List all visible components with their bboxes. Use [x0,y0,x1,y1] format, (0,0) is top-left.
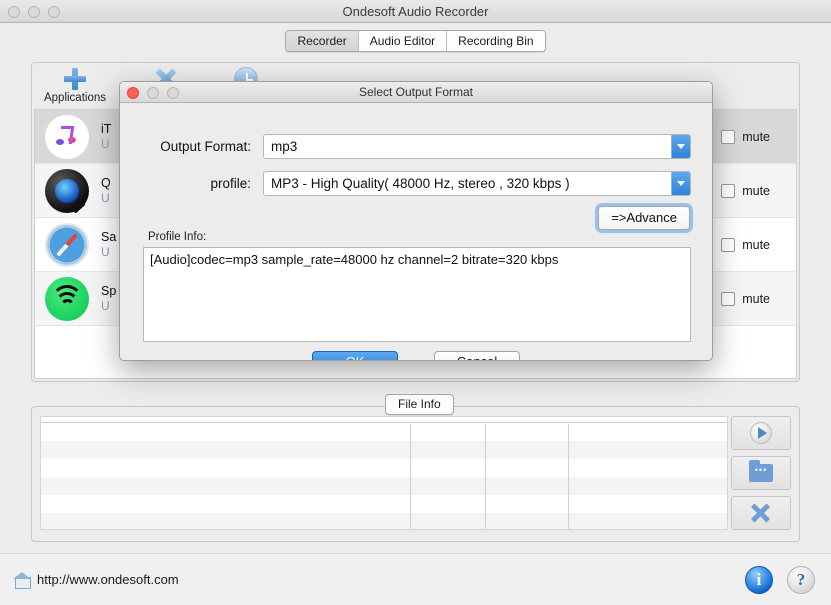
profile-value: MP3 - High Quality( 48000 Hz, stereo , 3… [271,176,570,191]
table-row[interactable] [41,477,727,495]
website-link[interactable]: http://www.ondesoft.com [13,572,179,589]
file-info-table[interactable] [40,416,728,530]
table-row[interactable] [41,423,727,441]
open-folder-button[interactable] [731,456,791,490]
select-output-format-dialog: Select Output Format Output Format: mp3 … [119,81,713,361]
table-row[interactable] [41,441,727,459]
add-applications-label: Applications [43,92,106,104]
window-title: Ondesoft Audio Recorder [342,3,489,19]
x-icon [750,502,772,524]
window-traffic-lights [8,0,60,23]
file-info-group: File Info [31,394,800,542]
dialog-minimize-button[interactable] [147,86,159,99]
profile-info-label: Profile Info: [148,231,207,243]
plus-icon [32,67,118,91]
play-button[interactable] [731,416,791,450]
mute-checkbox[interactable] [721,237,736,252]
output-format-row: Output Format: mp3 [143,134,691,159]
dialog-close-button[interactable] [127,86,139,99]
dialog-title: Select Output Format [358,85,474,99]
dialog-zoom-button[interactable] [167,86,179,99]
profile-select[interactable]: MP3 - High Quality( 48000 Hz, stereo , 3… [263,171,691,196]
itunes-icon [45,115,89,159]
file-info-actions [731,416,791,536]
help-button[interactable]: ? [787,565,815,594]
quicktime-icon [45,168,89,213]
mute-control[interactable]: mute [721,291,786,306]
mute-label: mute [742,291,770,306]
table-body [41,423,727,529]
mute-control[interactable]: mute [721,129,786,144]
output-format-label: Output Format: [160,139,251,154]
chevron-down-icon[interactable] [671,135,690,158]
add-applications-button[interactable]: Applications [32,67,118,104]
tab-audio-editor[interactable]: Audio Editor [358,31,448,51]
table-row[interactable] [41,513,727,529]
profile-info-textarea[interactable]: [Audio]codec=mp3 sample_rate=48000 hz ch… [143,247,691,342]
mute-checkbox[interactable] [721,129,736,144]
dialog-buttons: OK Cancel [120,351,712,360]
mute-label: mute [742,183,770,198]
dialog-body: Output Format: mp3 profile: MP3 - High Q… [120,103,712,360]
output-format-value: mp3 [271,139,298,154]
tab-recorder[interactable]: Recorder [286,31,359,51]
mute-label: mute [742,129,770,144]
file-info-legend[interactable]: File Info [385,394,454,415]
dialog-titlebar: Select Output Format [120,82,712,103]
tab-recording-bin[interactable]: Recording Bin [447,31,545,51]
mute-checkbox[interactable] [721,291,736,306]
output-format-select[interactable]: mp3 [263,134,691,159]
ok-button[interactable]: OK [312,351,398,360]
status-bar: http://www.ondesoft.com i ? [0,553,831,605]
mute-control[interactable]: mute [721,183,786,198]
mute-checkbox[interactable] [721,183,736,198]
chevron-down-icon[interactable] [671,172,690,195]
play-icon [750,422,772,444]
spotify-icon [45,276,89,321]
window-titlebar: Ondesoft Audio Recorder [0,0,831,23]
profile-label: profile: [210,176,251,191]
mute-control[interactable]: mute [721,237,786,252]
folder-icon [749,460,773,482]
tab-bar: Recorder Audio Editor Recording Bin [0,30,831,60]
cancel-button[interactable]: Cancel [434,351,520,360]
home-icon [13,572,31,589]
table-row[interactable] [41,459,727,477]
dialog-traffic-lights [127,82,179,103]
mute-label: mute [742,237,770,252]
website-url: http://www.ondesoft.com [37,572,179,587]
info-button[interactable]: i [745,565,773,594]
delete-button[interactable] [731,496,791,530]
window-minimize-button[interactable] [28,5,40,18]
profile-row: profile: MP3 - High Quality( 48000 Hz, s… [143,171,691,196]
window-close-button[interactable] [8,5,20,18]
advance-button[interactable]: =>Advance [598,206,690,230]
safari-icon [45,222,89,267]
window-zoom-button[interactable] [48,5,60,18]
table-row[interactable] [41,495,727,513]
